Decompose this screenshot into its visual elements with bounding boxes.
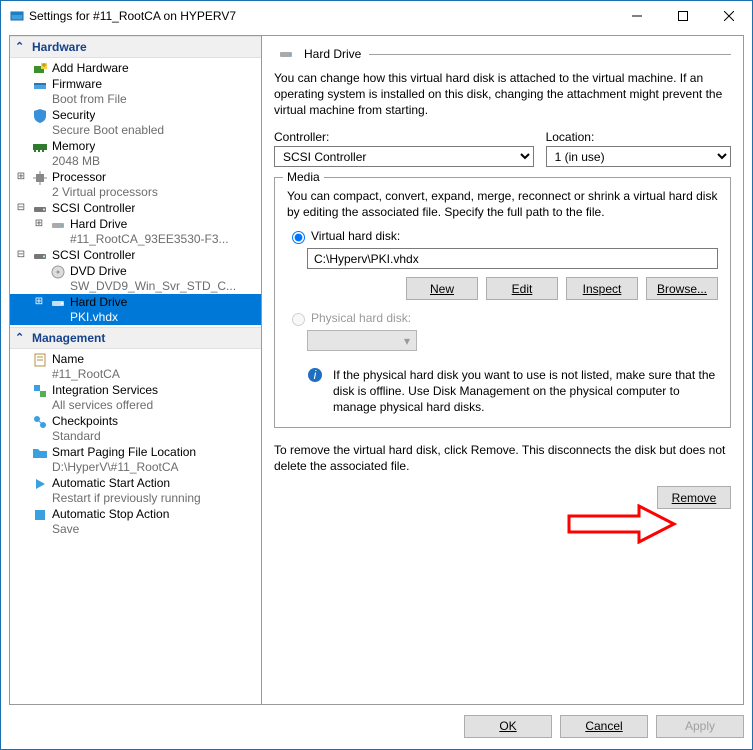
shield-icon — [32, 108, 48, 124]
tree-hdd2-sub: PKI.vhdx — [10, 310, 261, 325]
info-row: i If the physical hard disk you want to … — [287, 367, 718, 415]
tree-processor[interactable]: ⊞ Processor — [10, 169, 261, 185]
name-icon — [32, 352, 48, 368]
tree-integ-sub: All services offered — [10, 398, 261, 413]
titlebar: Settings for #11_RootCA on HYPERV7 — [1, 1, 752, 31]
hardware-header[interactable]: ⌃ Hardware — [10, 36, 261, 58]
panel-description: You can change how this virtual hard dis… — [274, 70, 731, 118]
tree-dvd-sub: SW_DVD9_Win_Svr_STD_C... — [10, 279, 261, 294]
tree-integration[interactable]: · Integration Services — [10, 382, 261, 398]
close-button[interactable] — [706, 1, 752, 31]
add-hardware-icon — [32, 61, 48, 77]
browse-button[interactable]: Browse... — [646, 277, 718, 300]
tree-security-sub: Secure Boot enabled — [10, 123, 261, 138]
phd-radio-row: Physical hard disk: — [287, 310, 718, 326]
vhd-path-input[interactable] — [307, 248, 718, 269]
controller-select[interactable]: SCSI Controller — [274, 146, 534, 167]
firmware-icon — [32, 77, 48, 93]
tree-auto-start[interactable]: · Automatic Start Action — [10, 475, 261, 491]
tree-hdd-2-selected[interactable]: ⊞ Hard Drive — [10, 294, 261, 310]
tree-asto-sub: Save — [10, 522, 261, 537]
cancel-button[interactable]: Cancel — [560, 715, 648, 738]
vhd-radio-row[interactable]: Virtual hard disk: — [287, 228, 718, 244]
tree-firmware[interactable]: · Firmware — [10, 76, 261, 92]
tree-spf-sub: D:\HyperV\#11_RootCA — [10, 460, 261, 475]
folder-icon — [32, 445, 48, 461]
tree-chk-sub: Standard — [10, 429, 261, 444]
info-text: If the physical hard disk you want to us… — [333, 367, 718, 415]
svg-text:i: i — [314, 368, 317, 382]
hard-drive-icon — [50, 217, 66, 233]
tree-name[interactable]: · Name — [10, 351, 261, 367]
location-select[interactable]: 1 (in use) — [546, 146, 731, 167]
tree-smart-paging[interactable]: · Smart Paging File Location — [10, 444, 261, 460]
content-area: ⌃ Hardware · Add Hardware · Firmware Boo… — [9, 35, 744, 705]
phd-radio-label: Physical hard disk: — [311, 311, 411, 325]
edit-button[interactable]: Edit — [486, 277, 558, 300]
start-action-icon — [32, 476, 48, 492]
collapse-icon[interactable]: ⊟ — [14, 248, 28, 262]
stop-action-icon — [32, 507, 48, 523]
tree-scsi-2[interactable]: ⊟ SCSI Controller — [10, 247, 261, 263]
vhd-radio-label: Virtual hard disk: — [311, 229, 400, 243]
apply-button: Apply — [656, 715, 744, 738]
expand-icon[interactable]: ⊞ — [32, 295, 46, 309]
remove-button[interactable]: Remove — [657, 486, 731, 509]
tree-firmware-sub: Boot from File — [10, 92, 261, 107]
tree-auto-stop[interactable]: · Automatic Stop Action — [10, 506, 261, 522]
remove-description: To remove the virtual hard disk, click R… — [274, 442, 731, 474]
app-icon — [9, 8, 25, 24]
memory-icon — [32, 139, 48, 155]
detail-panel: Hard Drive You can change how this virtu… — [262, 36, 743, 704]
collapse-icon[interactable]: ⊟ — [14, 201, 28, 215]
info-icon: i — [307, 367, 323, 383]
scsi-icon — [32, 201, 48, 217]
checkpoint-icon — [32, 414, 48, 430]
panel-title-row: Hard Drive — [274, 46, 731, 62]
tree-memory[interactable]: · Memory — [10, 138, 261, 154]
collapse-icon[interactable]: ⌃ — [15, 40, 26, 51]
tree-security[interactable]: · Security — [10, 107, 261, 123]
processor-icon — [32, 170, 48, 186]
tree-dvd[interactable]: · DVD Drive — [10, 263, 261, 279]
vhd-radio[interactable] — [292, 231, 305, 244]
settings-tree: ⌃ Hardware · Add Hardware · Firmware Boo… — [10, 36, 262, 704]
window-title: Settings for #11_RootCA on HYPERV7 — [25, 9, 614, 23]
phd-select-disabled — [307, 330, 417, 351]
integration-icon — [32, 383, 48, 399]
collapse-icon[interactable]: ⌃ — [15, 331, 26, 342]
controller-label: Controller: — [274, 130, 534, 144]
minimize-button[interactable] — [614, 1, 660, 31]
hard-drive-icon — [50, 295, 66, 311]
tree-asa-sub: Restart if previously running — [10, 491, 261, 506]
annotation-arrow — [564, 504, 684, 544]
tree-add-hardware[interactable]: · Add Hardware — [10, 60, 261, 76]
tree-hdd1-sub: #11_RootCA_93EE3530-F3... — [10, 232, 261, 247]
expand-icon[interactable]: ⊞ — [14, 170, 28, 184]
new-button[interactable]: New — [406, 277, 478, 300]
expand-icon[interactable]: ⊞ — [32, 217, 46, 231]
scsi-icon — [32, 248, 48, 264]
ok-button[interactable]: OK — [464, 715, 552, 738]
dialog-footer: OK Cancel Apply — [9, 711, 744, 741]
management-header[interactable]: ⌃ Management — [10, 327, 261, 349]
maximize-button[interactable] — [660, 1, 706, 31]
inspect-button[interactable]: Inspect — [566, 277, 638, 300]
dvd-icon — [50, 264, 66, 280]
tree-processor-sub: 2 Virtual processors — [10, 185, 261, 200]
hard-drive-icon — [278, 46, 294, 62]
media-legend: Media — [283, 170, 324, 184]
media-description: You can compact, convert, expand, merge,… — [287, 188, 718, 220]
media-groupbox: Media You can compact, convert, expand, … — [274, 177, 731, 428]
tree-memory-sub: 2048 MB — [10, 154, 261, 169]
tree-scsi-1[interactable]: ⊟ SCSI Controller — [10, 200, 261, 216]
tree-name-sub: #11_RootCA — [10, 367, 261, 382]
tree-checkpoints[interactable]: · Checkpoints — [10, 413, 261, 429]
phd-radio — [292, 313, 305, 326]
panel-title: Hard Drive — [304, 47, 361, 61]
location-label: Location: — [546, 130, 731, 144]
tree-hdd-1[interactable]: ⊞ Hard Drive — [10, 216, 261, 232]
